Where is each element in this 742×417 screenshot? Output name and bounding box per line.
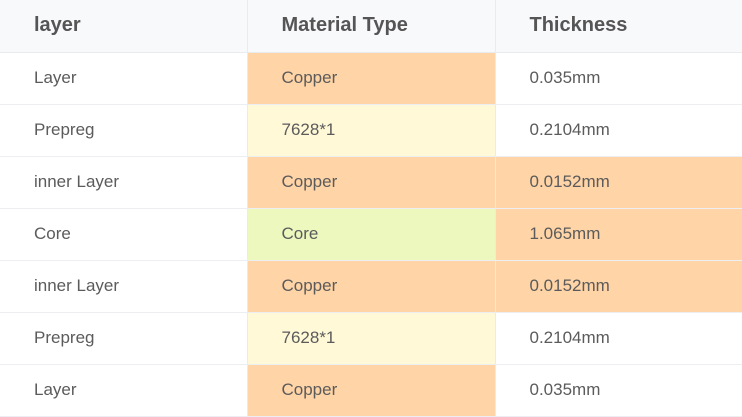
cell-material: 7628*1 bbox=[247, 312, 496, 365]
stackup-table: layer Material Type Thickness Layer Copp… bbox=[0, 0, 742, 417]
cell-material: 7628*1 bbox=[247, 104, 496, 157]
cell-thickness: 0.0152mm bbox=[495, 156, 742, 209]
table-header: layer Material Type Thickness bbox=[0, 0, 742, 53]
table-row: Prepreg 7628*1 0.2104mm bbox=[0, 312, 742, 365]
table-row: Prepreg 7628*1 0.2104mm bbox=[0, 104, 742, 157]
header-material-type: Material Type bbox=[247, 0, 496, 53]
cell-thickness: 0.0152mm bbox=[495, 260, 742, 313]
table-row: inner Layer Copper 0.0152mm bbox=[0, 156, 742, 209]
cell-thickness: 0.2104mm bbox=[495, 312, 742, 365]
cell-layer: Layer bbox=[0, 364, 248, 417]
cell-material: Core bbox=[247, 208, 496, 261]
cell-thickness: 0.035mm bbox=[495, 52, 742, 105]
cell-thickness: 0.035mm bbox=[495, 364, 742, 417]
table-body: Layer Copper 0.035mm Prepreg 7628*1 0.21… bbox=[0, 52, 742, 417]
cell-layer: Prepreg bbox=[0, 104, 248, 157]
cell-layer: inner Layer bbox=[0, 260, 248, 313]
header-row: layer Material Type Thickness bbox=[0, 0, 742, 53]
table-row: Layer Copper 0.035mm bbox=[0, 52, 742, 105]
table-row: Layer Copper 0.035mm bbox=[0, 364, 742, 417]
cell-layer: inner Layer bbox=[0, 156, 248, 209]
cell-material: Copper bbox=[247, 364, 496, 417]
cell-layer: Core bbox=[0, 208, 248, 261]
cell-material: Copper bbox=[247, 260, 496, 313]
cell-layer: Layer bbox=[0, 52, 248, 105]
cell-material: Copper bbox=[247, 156, 496, 209]
header-thickness: Thickness bbox=[495, 0, 742, 53]
cell-thickness: 0.2104mm bbox=[495, 104, 742, 157]
table-row: Core Core 1.065mm bbox=[0, 208, 742, 261]
header-layer: layer bbox=[0, 0, 248, 53]
cell-thickness: 1.065mm bbox=[495, 208, 742, 261]
cell-layer: Prepreg bbox=[0, 312, 248, 365]
cell-material: Copper bbox=[247, 52, 496, 105]
table-row: inner Layer Copper 0.0152mm bbox=[0, 260, 742, 313]
